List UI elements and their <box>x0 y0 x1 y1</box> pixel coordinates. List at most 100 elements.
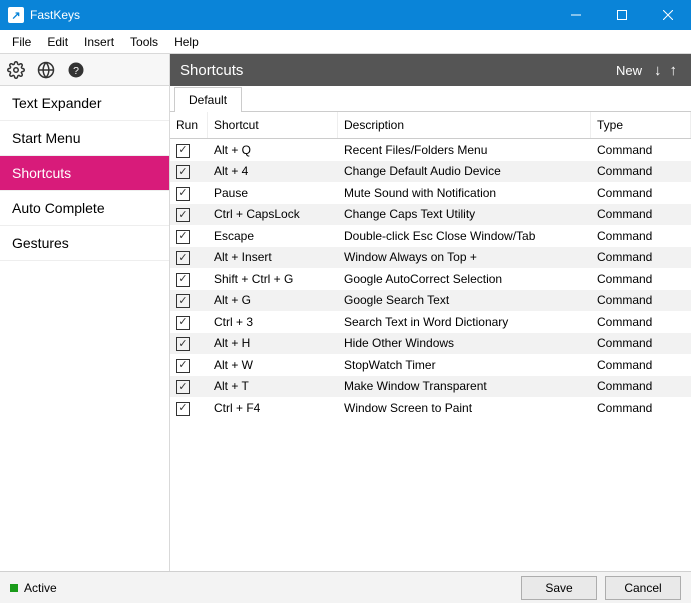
new-button[interactable]: New <box>616 63 642 78</box>
app-icon: ↗ <box>8 7 24 23</box>
run-cell[interactable] <box>170 354 208 376</box>
run-checkbox[interactable] <box>176 273 190 287</box>
description-cell: Hide Other Windows <box>338 333 591 353</box>
shortcut-cell: Alt + G <box>208 290 338 310</box>
help-icon[interactable]: ? <box>66 60 86 80</box>
type-cell: Command <box>591 376 691 396</box>
shortcut-cell: Escape <box>208 226 338 246</box>
table-header: Run Shortcut Description Type <box>170 112 691 139</box>
type-cell: Command <box>591 226 691 246</box>
arrow-up-icon[interactable]: ↑ <box>666 62 682 79</box>
run-checkbox[interactable] <box>176 208 190 222</box>
content-header: Shortcuts New ↓ ↑ <box>170 54 691 86</box>
menu-insert[interactable]: Insert <box>76 32 122 52</box>
shortcut-cell: Ctrl + F4 <box>208 398 338 418</box>
arrow-down-icon[interactable]: ↓ <box>650 62 666 79</box>
sidebar-item-text-expander[interactable]: Text Expander <box>0 86 169 121</box>
sidebar-item-shortcuts[interactable]: Shortcuts <box>0 156 169 191</box>
menu-edit[interactable]: Edit <box>39 32 76 52</box>
table-row[interactable]: Ctrl + 3Search Text in Word DictionaryCo… <box>170 311 691 333</box>
run-cell[interactable] <box>170 161 208 183</box>
run-cell[interactable] <box>170 311 208 333</box>
table-row[interactable]: Ctrl + CapsLockChange Caps Text UtilityC… <box>170 204 691 226</box>
sidebar-item-start-menu[interactable]: Start Menu <box>0 121 169 156</box>
table-row[interactable]: Alt + HHide Other WindowsCommand <box>170 333 691 355</box>
tab-default[interactable]: Default <box>174 87 242 112</box>
run-checkbox[interactable] <box>176 402 190 416</box>
description-cell: Window Screen to Paint <box>338 398 591 418</box>
run-cell[interactable] <box>170 397 208 419</box>
globe-icon[interactable] <box>36 60 56 80</box>
type-cell: Command <box>591 398 691 418</box>
shortcut-cell: Shift + Ctrl + G <box>208 269 338 289</box>
description-cell: Make Window Transparent <box>338 376 591 396</box>
table-row[interactable]: Alt + GGoogle Search TextCommand <box>170 290 691 312</box>
cancel-button[interactable]: Cancel <box>605 576 681 600</box>
table-row[interactable]: PauseMute Sound with NotificationCommand <box>170 182 691 204</box>
table-row[interactable]: Shift + Ctrl + GGoogle AutoCorrect Selec… <box>170 268 691 290</box>
type-cell: Command <box>591 140 691 160</box>
run-cell[interactable] <box>170 182 208 204</box>
run-cell[interactable] <box>170 247 208 269</box>
shortcut-cell: Alt + H <box>208 333 338 353</box>
run-checkbox[interactable] <box>176 294 190 308</box>
close-button[interactable] <box>645 0 691 30</box>
table-row[interactable]: Alt + 4Change Default Audio DeviceComman… <box>170 161 691 183</box>
run-checkbox[interactable] <box>176 337 190 351</box>
maximize-button[interactable] <box>599 0 645 30</box>
sidebar: ? Text ExpanderStart MenuShortcutsAuto C… <box>0 54 170 571</box>
table-row[interactable]: EscapeDouble-click Esc Close Window/TabC… <box>170 225 691 247</box>
sidebar-item-auto-complete[interactable]: Auto Complete <box>0 191 169 226</box>
minimize-button[interactable] <box>553 0 599 30</box>
description-cell: Window Always on Top + <box>338 247 591 267</box>
run-checkbox[interactable] <box>176 187 190 201</box>
window-title: FastKeys <box>30 8 80 22</box>
statusbar: Active Save Cancel <box>0 571 691 603</box>
header-shortcut[interactable]: Shortcut <box>208 112 338 138</box>
run-cell[interactable] <box>170 204 208 226</box>
run-cell[interactable] <box>170 376 208 398</box>
run-checkbox[interactable] <box>176 144 190 158</box>
description-cell: Search Text in Word Dictionary <box>338 312 591 332</box>
run-checkbox[interactable] <box>176 359 190 373</box>
menu-help[interactable]: Help <box>166 32 207 52</box>
header-type[interactable]: Type <box>591 112 691 138</box>
header-run[interactable]: Run <box>170 112 208 138</box>
run-checkbox[interactable] <box>176 316 190 330</box>
shortcut-cell: Alt + W <box>208 355 338 375</box>
table-row[interactable]: Alt + WStopWatch TimerCommand <box>170 354 691 376</box>
type-cell: Command <box>591 204 691 224</box>
shortcut-cell: Alt + 4 <box>208 161 338 181</box>
type-cell: Command <box>591 312 691 332</box>
run-cell[interactable] <box>170 290 208 312</box>
shortcut-cell: Alt + Q <box>208 140 338 160</box>
shortcut-cell: Pause <box>208 183 338 203</box>
run-cell[interactable] <box>170 225 208 247</box>
menu-file[interactable]: File <box>4 32 39 52</box>
description-cell: Change Caps Text Utility <box>338 204 591 224</box>
run-cell[interactable] <box>170 268 208 290</box>
gear-icon[interactable] <box>6 60 26 80</box>
shortcut-cell: Alt + T <box>208 376 338 396</box>
content-title: Shortcuts <box>180 62 616 79</box>
shortcut-cell: Alt + Insert <box>208 247 338 267</box>
run-checkbox[interactable] <box>176 251 190 265</box>
status-text: Active <box>24 581 57 595</box>
run-checkbox[interactable] <box>176 380 190 394</box>
content-area: Shortcuts New ↓ ↑ Default Run Shortcut D… <box>170 54 691 571</box>
table-body: Alt + QRecent Files/Folders MenuCommandA… <box>170 139 691 571</box>
header-description[interactable]: Description <box>338 112 591 138</box>
menu-tools[interactable]: Tools <box>122 32 166 52</box>
run-cell[interactable] <box>170 139 208 161</box>
run-checkbox[interactable] <box>176 230 190 244</box>
table-row[interactable]: Alt + TMake Window TransparentCommand <box>170 376 691 398</box>
run-cell[interactable] <box>170 333 208 355</box>
save-button[interactable]: Save <box>521 576 597 600</box>
table-row[interactable]: Ctrl + F4Window Screen to PaintCommand <box>170 397 691 419</box>
menubar: File Edit Insert Tools Help <box>0 30 691 54</box>
type-cell: Command <box>591 290 691 310</box>
table-row[interactable]: Alt + InsertWindow Always on Top +Comman… <box>170 247 691 269</box>
sidebar-item-gestures[interactable]: Gestures <box>0 226 169 261</box>
table-row[interactable]: Alt + QRecent Files/Folders MenuCommand <box>170 139 691 161</box>
run-checkbox[interactable] <box>176 165 190 179</box>
